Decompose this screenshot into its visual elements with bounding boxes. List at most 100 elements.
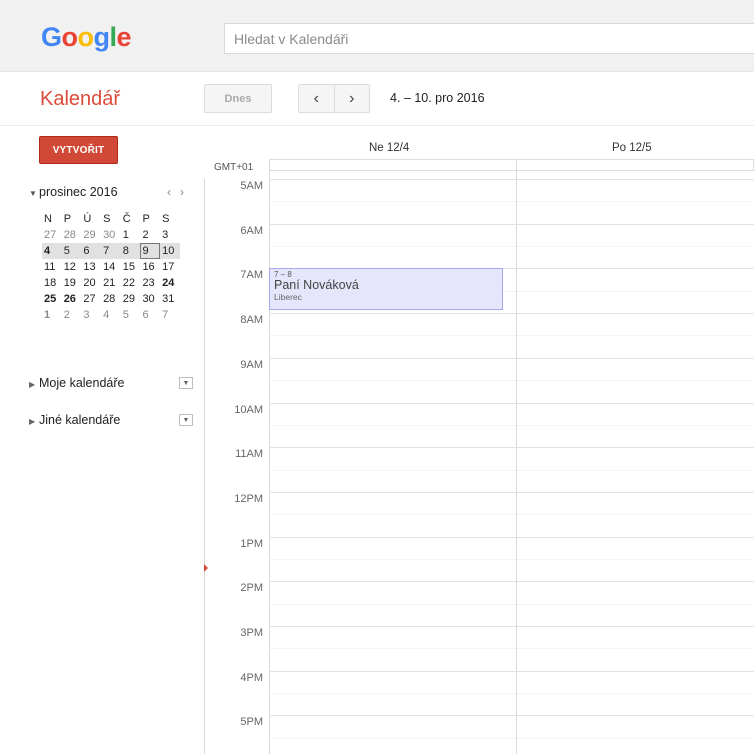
date-navigation: ‹ › — [298, 84, 370, 113]
mini-calendar-day[interactable]: 19 — [62, 275, 82, 291]
other-calendars-section[interactable]: ▶ Jiné kalendáře — [29, 413, 120, 427]
mini-calendar-day[interactable]: 21 — [101, 275, 121, 291]
hour-gridline — [269, 715, 754, 717]
hour-label: 5AM — [240, 180, 263, 192]
mini-calendar-day[interactable]: 1 — [42, 307, 62, 323]
mini-calendar-day[interactable]: 23 — [140, 275, 160, 291]
mini-calendar-month[interactable]: prosinec 2016 — [39, 185, 118, 199]
collapse-triangle-icon[interactable]: ▼ — [29, 189, 39, 198]
mini-prev-month-icon[interactable]: ‹ — [167, 185, 180, 199]
mini-calendar-day[interactable]: 20 — [81, 275, 101, 291]
mini-calendar-day[interactable]: 28 — [101, 291, 121, 307]
mini-calendar-day[interactable]: 5 — [61, 243, 82, 259]
date-range-label: 4. – 10. pro 2016 — [390, 91, 485, 105]
mini-calendar-day[interactable]: 26 — [62, 291, 82, 307]
mini-calendar-day[interactable]: 11 — [42, 259, 62, 275]
mini-calendar-day[interactable]: 6 — [140, 307, 160, 323]
mini-calendar-day[interactable]: 1 — [121, 227, 141, 243]
weekday-label: N — [44, 213, 53, 225]
mini-calendar-header: ▼ prosinec 2016 ‹› — [29, 185, 199, 199]
day-column-divider — [269, 159, 270, 754]
half-hour-gridline — [269, 737, 754, 739]
hour-label: 9AM — [240, 358, 263, 371]
mini-calendar-day[interactable]: 28 — [62, 227, 82, 243]
calendar-event[interactable]: 7 – 8 Paní Nováková Liberec — [269, 268, 503, 310]
my-calendars-section[interactable]: ▶ Moje kalendáře — [29, 376, 124, 390]
hour-gridline — [269, 670, 754, 672]
hour-gridline — [269, 447, 754, 449]
other-calendars-label[interactable]: Jiné kalendáře — [39, 413, 120, 427]
mini-next-month-icon[interactable]: › — [180, 185, 193, 199]
my-calendars-dropdown-icon[interactable]: ▼ — [179, 377, 193, 389]
mini-calendar-day[interactable]: 29 — [81, 227, 101, 243]
mini-calendar-day[interactable]: 3 — [81, 307, 101, 323]
chevron-right-icon[interactable]: › — [333, 85, 370, 112]
mini-calendar-day[interactable]: 16 — [140, 259, 160, 275]
mini-calendar-day[interactable]: 13 — [81, 259, 101, 275]
search-box[interactable] — [224, 23, 754, 54]
half-hour-gridline — [269, 648, 754, 650]
mini-calendar-day[interactable]: 29 — [121, 291, 141, 307]
weekday-label: P — [142, 213, 150, 225]
hour-gridline — [269, 491, 754, 493]
mini-calendar-day[interactable]: 7 — [101, 243, 121, 259]
mini-calendar-day[interactable]: 27 — [42, 227, 62, 243]
mini-calendar-day[interactable]: 2 — [140, 227, 160, 243]
mini-calendar-day[interactable]: 31 — [160, 291, 180, 307]
hour-gridline — [269, 223, 754, 225]
chevron-left-icon[interactable]: ‹ — [299, 85, 334, 112]
mini-calendar-day[interactable]: 2 — [62, 307, 82, 323]
hour-label: 2PM — [240, 582, 263, 595]
day-header[interactable]: Ne 12/4 — [369, 142, 409, 154]
my-calendars-label[interactable]: Moje kalendáře — [39, 376, 124, 390]
mini-calendar-day[interactable]: 7 — [160, 307, 180, 323]
hour-label: 6AM — [240, 224, 263, 237]
half-hour-gridline — [269, 469, 754, 471]
other-calendars-dropdown-icon[interactable]: ▼ — [179, 414, 193, 426]
mini-calendar-day[interactable]: 6 — [81, 243, 102, 259]
half-hour-gridline — [269, 335, 754, 337]
mini-calendar-day[interactable]: 30 — [140, 291, 160, 307]
mini-calendar-day[interactable]: 9 — [140, 243, 161, 259]
mini-calendar-day[interactable]: 15 — [121, 259, 141, 275]
top-bar: Google — [0, 0, 754, 72]
hour-gridline — [269, 179, 754, 180]
half-hour-gridline — [269, 246, 754, 248]
mini-calendar-day[interactable]: 25 — [42, 291, 62, 307]
weekday-label: Č — [122, 213, 131, 225]
hour-gridline — [269, 581, 754, 583]
mini-calendar-day[interactable]: 24 — [160, 275, 180, 291]
mini-calendar-day[interactable]: 5 — [121, 307, 141, 323]
today-button[interactable]: Dnes — [204, 84, 272, 113]
half-hour-gridline — [269, 514, 754, 516]
mini-calendar-day[interactable]: 4 — [101, 307, 121, 323]
create-button[interactable]: VYTVOŘIT — [39, 136, 118, 164]
event-title: Paní Nováková — [274, 278, 359, 292]
mini-calendar-day[interactable]: 17 — [160, 259, 180, 275]
half-hour-gridline — [269, 380, 754, 382]
hour-gridline — [269, 626, 754, 627]
hour-gridline — [269, 536, 754, 538]
mini-calendar-day[interactable]: 27 — [81, 291, 101, 307]
half-hour-gridline — [269, 201, 754, 203]
hour-label: 10AM — [234, 403, 263, 416]
search-input[interactable] — [225, 24, 754, 53]
day-header[interactable]: Po 12/5 — [612, 142, 652, 154]
mini-calendar-day[interactable]: 8 — [120, 243, 141, 259]
hour-label: 12PM — [234, 492, 263, 505]
mini-calendar-day[interactable]: 14 — [101, 259, 121, 275]
mini-calendar-day[interactable]: 12 — [62, 259, 82, 275]
logo-letter: o — [77, 22, 95, 52]
mini-calendar-day[interactable]: 18 — [42, 275, 62, 291]
google-logo[interactable]: Google — [41, 22, 132, 52]
mini-calendar-day[interactable]: 22 — [121, 275, 141, 291]
logo-letter: e — [116, 22, 132, 52]
mini-calendar-day[interactable]: 3 — [160, 227, 180, 243]
hour-label: 11AM — [235, 448, 263, 461]
mini-calendar-day[interactable]: 4 — [42, 243, 62, 259]
event-location: Liberec — [274, 292, 302, 302]
weekday-label: Ú — [83, 213, 92, 225]
mini-calendar-day[interactable]: 10 — [160, 243, 180, 259]
mini-calendar-day[interactable]: 30 — [101, 227, 121, 243]
all-day-row[interactable] — [269, 159, 754, 171]
